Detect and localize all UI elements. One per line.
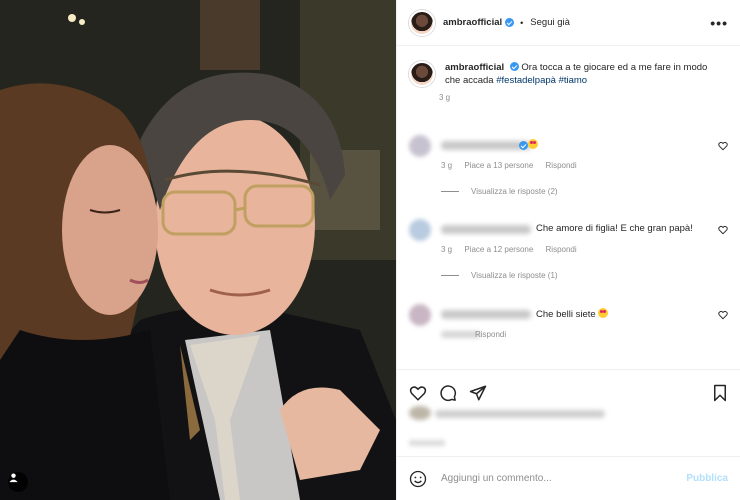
avatar[interactable]: [409, 219, 431, 241]
post-date-blurred: [409, 440, 445, 446]
avatar[interactable]: [409, 61, 435, 87]
verified-icon: [505, 18, 515, 27]
view-replies-label: Visualizza le risposte (1): [471, 271, 558, 280]
user-icon: [9, 473, 18, 483]
share-icon[interactable]: [469, 384, 487, 402]
header-username[interactable]: ambraofficial: [443, 17, 502, 28]
bookmark-icon[interactable]: [712, 384, 728, 402]
comment-text: [528, 139, 538, 151]
dot-separator: •: [520, 17, 524, 28]
caption-text: ambraofficial Ora tocca a te giocare ed …: [445, 61, 725, 87]
comment-likes[interactable]: Piace a 12 persone: [464, 245, 533, 254]
comment-meta: 3 g Piace a 12 persone Rispondi: [441, 245, 587, 254]
tagged-users-button[interactable]: [8, 472, 28, 492]
post-photo[interactable]: [0, 0, 396, 500]
publish-button[interactable]: Pubblica: [686, 473, 728, 484]
reply-button[interactable]: Rispondi: [475, 330, 506, 339]
post-header: ambraofficial • Segui già •••: [397, 0, 740, 46]
follow-status-button[interactable]: Segui già: [530, 17, 570, 28]
photo-illustration: [0, 0, 396, 500]
reply-button[interactable]: Rispondi: [546, 161, 577, 170]
verified-icon: [509, 62, 519, 71]
comment-text: Che belli siete: [536, 308, 609, 320]
heart-icon[interactable]: [718, 310, 728, 320]
more-horizontal-icon[interactable]: •••: [710, 15, 728, 31]
hashtag-link[interactable]: #festadelpapà: [496, 75, 556, 86]
comment-username-blurred[interactable]: [441, 141, 531, 150]
comment-likes[interactable]: Piace a 13 persone: [464, 161, 533, 170]
heart-eyes-emoji: [598, 308, 609, 318]
comment-icon[interactable]: [439, 384, 457, 402]
divider: [441, 275, 459, 276]
view-replies-label: Visualizza le risposte (2): [471, 187, 558, 196]
caption-username[interactable]: ambraofficial: [445, 62, 504, 73]
divider: [441, 191, 459, 192]
heart-icon[interactable]: [718, 141, 728, 151]
comment-username-blurred[interactable]: [441, 225, 531, 234]
likes-summary-blurred[interactable]: [409, 406, 609, 424]
add-comment-bar: Aggiungi un commento... Pubblica: [397, 456, 740, 500]
caption-age: 3 g: [439, 93, 451, 102]
view-replies-button[interactable]: Visualizza le risposte (2): [441, 187, 558, 196]
avatar[interactable]: [409, 9, 435, 36]
avatar[interactable]: [409, 304, 431, 326]
comments-list[interactable]: ambraofficial Ora tocca a te giocare ed …: [397, 47, 740, 369]
verified-icon: [519, 141, 528, 150]
reply-button[interactable]: Rispondi: [546, 245, 577, 254]
comment-age: 3 g: [441, 161, 453, 170]
comment-input[interactable]: Aggiungi un commento...: [441, 473, 686, 484]
comment-text: Che amore di figlia! E che gran papà!: [536, 223, 693, 234]
heart-icon[interactable]: [718, 225, 728, 235]
heart-icon[interactable]: [409, 384, 427, 402]
comment-age: 3 g: [441, 245, 453, 254]
hashtag-link[interactable]: #tiamo: [559, 75, 588, 86]
comment-username-blurred[interactable]: [441, 310, 531, 319]
post-side-panel: ambraofficial • Segui già ••• ambraoffic…: [396, 0, 740, 500]
instagram-post: ambraofficial • Segui già ••• ambraoffic…: [0, 0, 740, 500]
caption: ambraofficial Ora tocca a te giocare ed …: [397, 47, 740, 87]
avatar[interactable]: [409, 135, 431, 157]
view-replies-button[interactable]: Visualizza le risposte (1): [441, 271, 558, 280]
heart-eyes-emoji: [528, 139, 538, 149]
emoji-icon[interactable]: [409, 470, 427, 488]
comment-meta: 3 g Piace a 13 persone Rispondi: [441, 161, 587, 170]
